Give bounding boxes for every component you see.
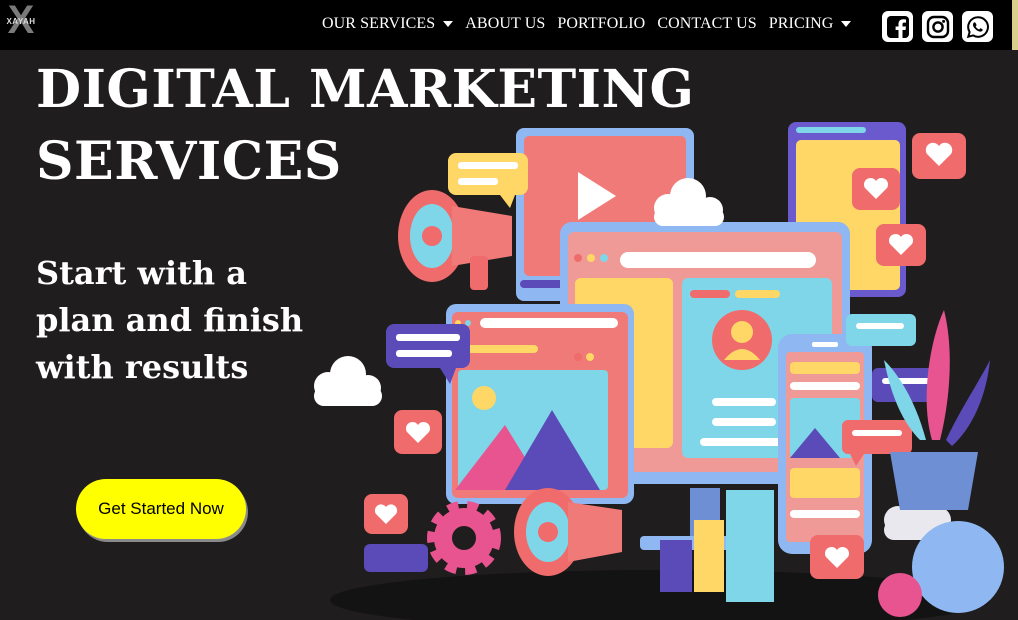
nav-item-about-us[interactable]: ABOUT US — [465, 15, 545, 33]
hero-subtitle: Start with a plan and finish with result… — [36, 254, 304, 386]
heart-icon — [810, 535, 864, 579]
whatsapp-icon — [966, 15, 989, 38]
nav-item-our-services[interactable]: OUR SERVICES — [322, 15, 454, 33]
cloud-illustration — [314, 356, 382, 406]
image-gallery-window-illustration — [446, 304, 634, 504]
heart-icon — [912, 133, 966, 179]
nav-item-label: PRICING — [768, 15, 834, 32]
nav-item-label: ABOUT US — [465, 15, 546, 32]
heart-icon — [394, 410, 442, 454]
heart-icon — [876, 224, 926, 266]
nav-item-label: PORTFOLIO — [557, 15, 646, 32]
nav-menu: OUR SERVICES ABOUT US PORTFOLIO CONTACT … — [322, 15, 852, 33]
facebook-link[interactable] — [882, 11, 913, 42]
instagram-link[interactable] — [922, 11, 953, 42]
heart-icon — [852, 168, 900, 210]
nav-item-contact-us[interactable]: CONTACT US — [657, 15, 756, 33]
navbar: X XAYAH OUR SERVICES ABOUT US PORTFOLIO … — [0, 0, 1018, 50]
sphere-illustration — [878, 573, 922, 617]
nav-item-label: CONTACT US — [657, 15, 757, 32]
instagram-icon — [926, 15, 949, 38]
whatsapp-link[interactable] — [962, 11, 993, 42]
caret-down-icon — [443, 21, 454, 27]
brand-logo[interactable]: X XAYAH — [2, 0, 40, 46]
page-scrollbar-edge — [1012, 0, 1018, 50]
social-links — [882, 11, 993, 42]
megaphone-illustration — [398, 190, 512, 290]
stack-illustration — [364, 544, 428, 572]
gear-icon — [427, 501, 501, 575]
get-started-button[interactable]: Get Started Now — [76, 479, 246, 539]
nav-item-pricing[interactable]: PRICING — [769, 15, 852, 33]
facebook-icon — [886, 15, 909, 39]
chat-bubble-illustration — [846, 314, 916, 346]
sphere-illustration — [912, 521, 1004, 613]
nav-item-label: OUR SERVICES — [322, 15, 436, 32]
heart-icon — [364, 494, 408, 534]
logo-text: XAYAH — [6, 17, 36, 26]
nav-item-portfolio[interactable]: PORTFOLIO — [557, 15, 645, 33]
digital-marketing-illustration — [314, 122, 1004, 620]
caret-down-icon — [841, 21, 852, 27]
